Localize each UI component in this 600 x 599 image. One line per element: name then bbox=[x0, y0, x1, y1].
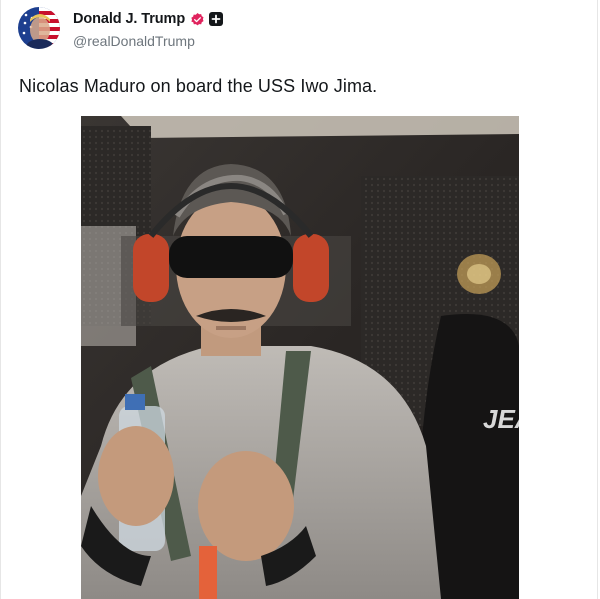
photo-shirt-text: JEA bbox=[483, 404, 519, 434]
verified-badge-icon bbox=[190, 12, 205, 27]
author-info: Donald J. Trump @realDonaldTrump bbox=[73, 5, 224, 49]
post-header: Donald J. Trump @realDonaldTrump bbox=[18, 5, 224, 49]
photo-illustration: JEA bbox=[81, 116, 519, 599]
name-row: Donald J. Trump bbox=[73, 8, 224, 30]
post-card[interactable]: Donald J. Trump @realDonaldTrump Nicolas… bbox=[0, 0, 598, 599]
post-media-photo[interactable]: JEA bbox=[81, 116, 519, 599]
plus-badge-icon bbox=[209, 12, 224, 26]
avatar[interactable] bbox=[18, 7, 60, 49]
author-handle[interactable]: @realDonaldTrump bbox=[73, 33, 223, 49]
post-text: Nicolas Maduro on board the USS Iwo Jima… bbox=[19, 76, 378, 96]
avatar-image bbox=[18, 7, 60, 49]
author-display-name[interactable]: Donald J. Trump bbox=[73, 11, 185, 27]
